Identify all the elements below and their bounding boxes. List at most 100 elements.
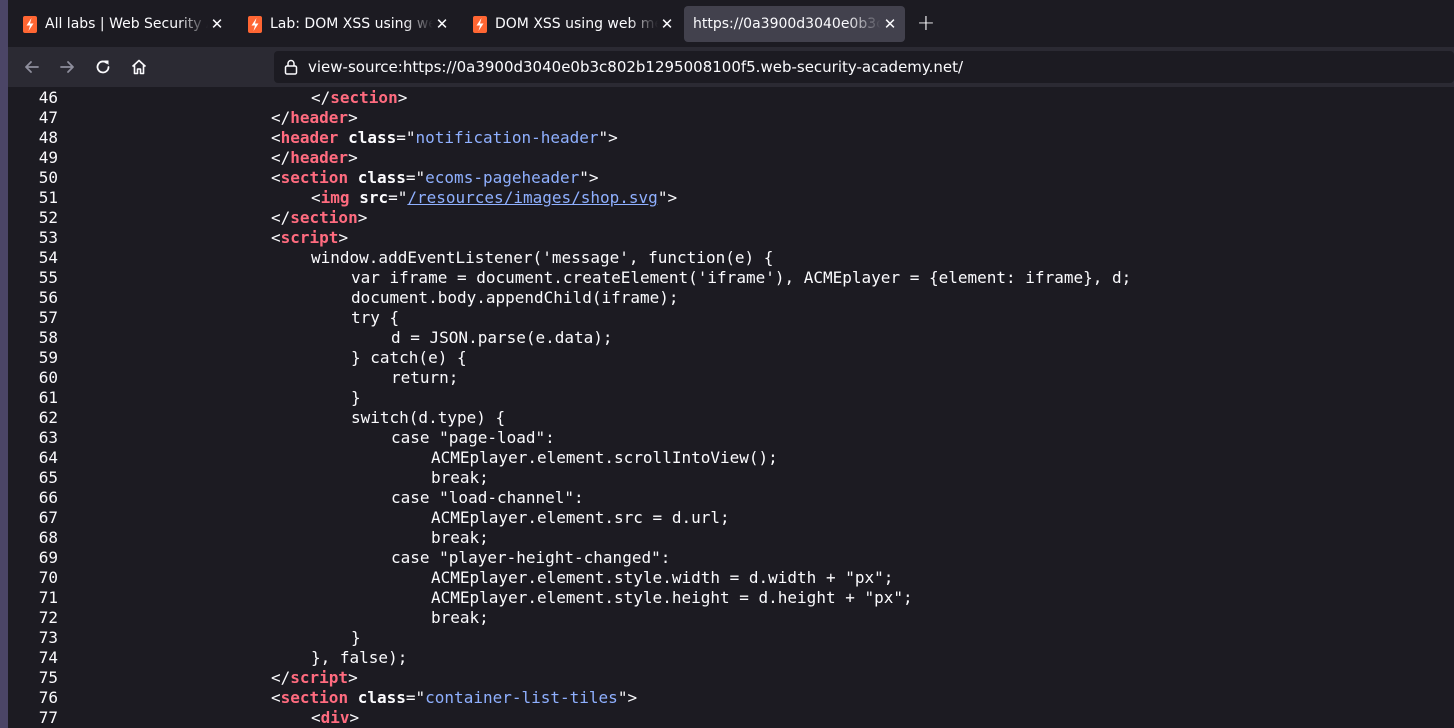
code-text: < (311, 708, 321, 727)
line-code: case "load-channel": (391, 488, 584, 508)
line-code: <section class="ecoms-pageheader"> (271, 168, 599, 188)
source-line: 74}, false); (8, 648, 1454, 668)
line-code: document.body.appendChild(iframe); (351, 288, 679, 308)
line-code: try { (351, 308, 399, 328)
code-text: window.addEventListener('message', funct… (311, 248, 774, 267)
line-code: break; (431, 608, 489, 628)
line-number: 64 (38, 448, 58, 467)
source-line: 75 </script> (8, 668, 1454, 688)
tab-dom-xss-web-messages[interactable]: DOM XSS using web messages ✕ (464, 6, 682, 42)
code-text: "> (598, 128, 618, 147)
tab-view-source[interactable]: https://0a3900d3040e0b3c802b1295008100f5… (684, 6, 905, 42)
source-line: 65 break; (8, 468, 1454, 488)
line-code: } (351, 388, 361, 408)
code-text: ACMEplayer.element.src = d.url; (431, 508, 730, 527)
source-line: 70 ACMEplayer.element.style.width = d.wid… (8, 568, 1454, 588)
line-number: 51 (38, 188, 58, 207)
close-tab-icon[interactable]: ✕ (210, 15, 224, 33)
close-tab-icon[interactable]: ✕ (660, 15, 674, 33)
home-icon (131, 59, 147, 75)
tab-lab-dom-xss[interactable]: Lab: DOM XSS using web messages ✕ (239, 6, 457, 42)
code-text: "> (657, 188, 678, 207)
line-number: 50 (38, 168, 58, 187)
source-line: 47 </header> (8, 108, 1454, 128)
code-text: < (311, 188, 321, 207)
code-text: < (271, 688, 281, 707)
reload-button[interactable] (91, 55, 115, 79)
home-button[interactable] (127, 55, 151, 79)
nav-toolbar: view-source:https://0a3900d3040e0b3c802b… (8, 47, 1454, 87)
forward-button[interactable] (55, 55, 79, 79)
source-line: 56 document.body.appendChild(iframe); (8, 288, 1454, 308)
line-number: 73 (38, 628, 58, 647)
code-text: break; (431, 468, 489, 487)
code-text: =" (405, 168, 426, 187)
code-text: < (271, 228, 281, 247)
source-line: 55 var iframe = document.createElement('i… (8, 268, 1454, 288)
code-text: } catch(e) { (351, 348, 467, 367)
close-tab-icon[interactable]: ✕ (435, 15, 449, 33)
line-number: 48 (38, 128, 58, 147)
line-number: 58 (38, 328, 58, 347)
source-line: 54 window.addEventListener('message', fun… (8, 248, 1454, 268)
tab-all-labs[interactable]: All labs | Web Security Academy ✕ (14, 6, 232, 42)
code-text: } (351, 388, 361, 407)
code-text: > (338, 228, 349, 247)
line-code: break; (431, 528, 489, 548)
source-line: 64 ACMEplayer.element.scrollIntoView(); (8, 448, 1454, 468)
tag-name: script (280, 228, 339, 247)
tag-name: section (280, 168, 349, 187)
line-number: 68 (38, 528, 58, 547)
source-line: 67 ACMEplayer.element.src = d.url; (8, 508, 1454, 528)
source-line: 46 </section> (8, 88, 1454, 108)
back-button[interactable] (20, 55, 44, 79)
view-source-content: 46 </section> 47 </header> 48 <header class="… (8, 87, 1454, 728)
tab-title: DOM XSS using web messages (495, 16, 658, 32)
line-code: case "player-height-changed": (391, 548, 670, 568)
code-text: d = JSON.parse(e.data); (391, 328, 613, 347)
attribute-name: src (359, 188, 389, 207)
line-number: 52 (38, 208, 58, 227)
tab-title: All labs | Web Security Academy (45, 16, 208, 32)
line-number: 77 (38, 708, 58, 727)
tab-title: Lab: DOM XSS using web messages (270, 16, 433, 32)
line-number: 63 (38, 428, 58, 447)
address-bar[interactable]: view-source:https://0a3900d3040e0b3c802b… (274, 51, 1454, 83)
code-text: "> (579, 168, 599, 187)
url-text[interactable]: view-source:https://0a3900d3040e0b3c802b… (308, 51, 963, 83)
code-text: break; (431, 608, 489, 627)
line-number: 59 (38, 348, 58, 367)
source-line: 69 case "player-height-changed": (8, 548, 1454, 568)
code-text: </ (271, 148, 291, 167)
source-line: 53 <script> (8, 228, 1454, 248)
code-text: > (349, 708, 360, 727)
tag-name: header (290, 148, 349, 167)
back-arrow-icon (25, 61, 39, 73)
source-line: 71 ACMEplayer.element.style.height = d.he… (8, 588, 1454, 608)
lock-icon[interactable] (284, 59, 298, 75)
line-code: break; (431, 468, 489, 488)
source-link[interactable]: /resources/images/shop.svg (407, 188, 657, 207)
tag-name: div (320, 708, 350, 727)
line-number: 70 (38, 568, 58, 587)
line-number: 53 (38, 228, 58, 247)
code-text: case "page-load": (391, 428, 555, 447)
tag-name: img (320, 188, 350, 207)
line-code: <header class="notification-header"> (271, 128, 618, 148)
close-tab-icon[interactable]: ✕ (883, 15, 897, 33)
line-number: 60 (38, 368, 58, 387)
line-number: 74 (38, 648, 58, 667)
attribute-value: notification-header (415, 128, 599, 147)
line-code: <img src="/resources/images/shop.svg"> (311, 188, 677, 208)
attribute-name: class (348, 128, 397, 147)
code-text: =" (405, 688, 426, 707)
line-number: 56 (38, 288, 58, 307)
line-code: </section> (271, 208, 367, 228)
source-line: 73} (8, 628, 1454, 648)
new-tab-button[interactable]: + (914, 10, 938, 38)
code-text: > (397, 88, 408, 107)
line-number: 49 (38, 148, 58, 167)
line-code: ACMEplayer.element.src = d.url; (431, 508, 730, 528)
